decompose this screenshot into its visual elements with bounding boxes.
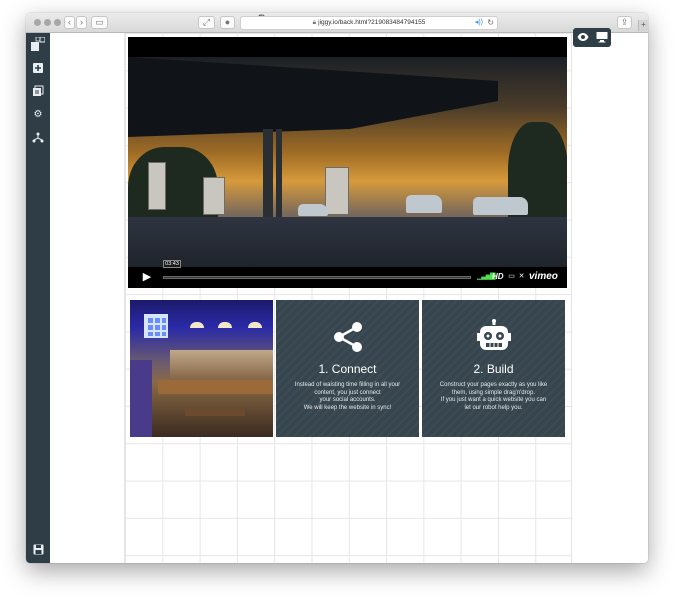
card-title: 2. Build <box>473 362 514 376</box>
build-card[interactable]: 2. Build Construct your pages exactly as… <box>422 300 565 437</box>
audio-icon[interactable]: ◂)) <box>475 17 483 29</box>
monitor-icon[interactable] <box>592 28 611 47</box>
share-button[interactable]: ⇪ <box>617 16 632 29</box>
time-badge: 03:43 <box>163 260 181 268</box>
address-bar[interactable]: 🔒︎ jiggy.io/back.html?219083484794155 ◂))… <box>240 16 498 30</box>
gear-icon[interactable]: ⚙ <box>31 108 45 122</box>
photo-lamp <box>218 322 232 328</box>
back-button[interactable]: ‹ <box>64 16 75 29</box>
pages-icon[interactable] <box>31 85 45 99</box>
play-icon[interactable]: ▶ <box>137 270 157 285</box>
zoom-window-button[interactable] <box>54 19 61 26</box>
card-title: 1. Connect <box>318 362 377 376</box>
url-text: jiggy.io/back.html?219083484794155 <box>318 19 426 26</box>
share-icon <box>330 319 366 355</box>
sidebar-icon: ▭ <box>95 17 104 27</box>
browser-toolbar: ‹ › ▭ ⤢ ● 2 🔒︎jiggy.io/back.html?2190834… <box>26 13 648 33</box>
view-toggle <box>573 28 611 47</box>
photo-table <box>185 408 245 416</box>
lock-icon: 🔒︎ <box>312 19 317 26</box>
photo-lamp <box>248 322 262 328</box>
robot-icon <box>476 319 512 355</box>
volume-icon[interactable]: ▁▃▅▇ <box>477 272 496 282</box>
sitemap-icon[interactable] <box>31 131 45 145</box>
video-progress-bar[interactable] <box>163 276 471 279</box>
photo-lamp <box>190 322 204 328</box>
card-description: Instead of waisting time filling in all … <box>294 382 401 411</box>
reload-icon[interactable]: ↻ <box>487 17 494 29</box>
hd-toggle[interactable]: HD <box>492 272 504 282</box>
video-car <box>473 197 528 215</box>
fullscreen-icon[interactable]: ✕ <box>517 272 526 282</box>
add-square-icon[interactable] <box>31 62 45 76</box>
restaurant-photo[interactable] <box>130 300 273 437</box>
card-description: Construct your pages exactly as you like… <box>439 382 548 411</box>
eye-icon[interactable] <box>573 28 592 47</box>
layout-grid-icon[interactable] <box>31 36 46 51</box>
expand-icon: ⤢ <box>202 17 211 27</box>
extension-button[interactable]: ● <box>220 16 235 29</box>
video-controls: ▶ 03:43 ▁▃▅▇ HD ▭ ✕ vimeo <box>128 260 567 288</box>
vimeo-logo[interactable]: vimeo <box>529 271 558 283</box>
editor-sidebar: ⚙ <box>26 33 50 563</box>
plus-icon: + <box>641 20 646 29</box>
video-pump <box>148 162 166 210</box>
video-pump <box>325 167 349 215</box>
new-tab-button[interactable]: + <box>638 20 648 31</box>
save-icon[interactable] <box>31 544 45 558</box>
minimize-window-button[interactable] <box>44 19 51 26</box>
video-car <box>298 204 328 216</box>
photo-counter <box>158 380 273 394</box>
forward-button[interactable]: › <box>76 16 87 29</box>
video-car <box>406 195 442 213</box>
extension-icon: ● <box>224 17 231 27</box>
fullscreen-button[interactable]: ⤢ <box>198 16 215 29</box>
video-ground <box>128 217 567 267</box>
photo-pillar <box>130 360 152 437</box>
chevron-left-icon: ‹ <box>68 17 71 27</box>
video-pump <box>203 177 225 215</box>
watch-later-icon[interactable]: ▭ <box>507 272 516 282</box>
sidebar-toggle-button[interactable]: ▭ <box>91 16 108 29</box>
share-icon: ⇪ <box>620 17 629 27</box>
photo-window <box>144 314 168 338</box>
chevron-right-icon: › <box>80 17 83 27</box>
video-player[interactable]: ▶ 03:43 ▁▃▅▇ HD ▭ ✕ vimeo <box>128 37 567 288</box>
close-window-button[interactable] <box>34 19 41 26</box>
connect-card[interactable]: 1. Connect Instead of waisting time fill… <box>276 300 419 437</box>
